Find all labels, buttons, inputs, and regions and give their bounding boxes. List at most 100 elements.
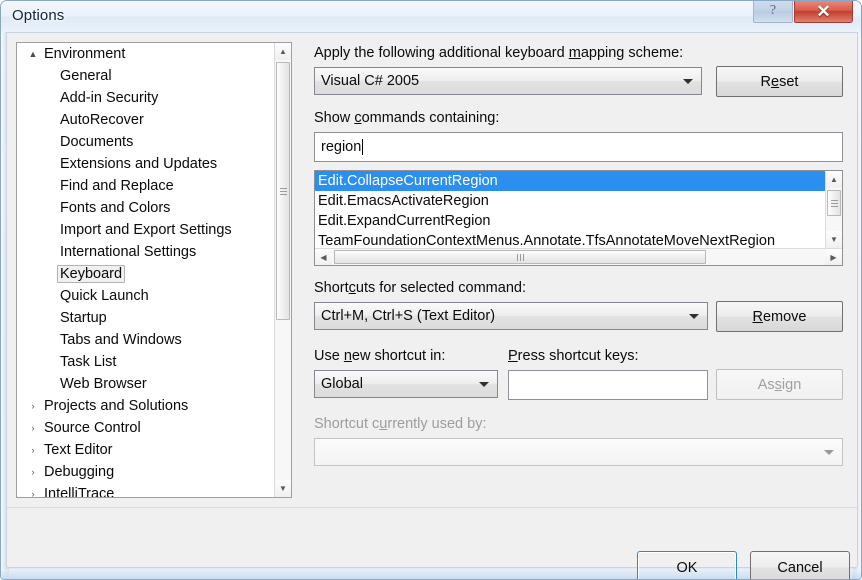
tree-item-quick-launch[interactable]: Quick Launch [17,285,291,307]
show-commands-input[interactable]: region [314,132,843,162]
chevron-down-icon[interactable] [682,304,706,328]
text-caret [362,139,364,155]
tree-item-find-and-replace[interactable]: Find and Replace [17,175,291,197]
grip-icon [279,186,287,197]
tree-item-label: Quick Launch [60,288,149,304]
tree-scroll-down-button[interactable]: ▼ [275,480,291,497]
use-new-shortcut-in-value: Global [321,376,363,392]
press-shortcut-keys-input[interactable] [508,370,708,400]
tree-item-tabs-and-windows[interactable]: Tabs and Windows [17,329,291,351]
command-list-item[interactable]: Edit.CollapseCurrentRegion [315,171,842,191]
tree-scroll-up-button[interactable]: ▲ [275,43,291,60]
tree-item-label: Extensions and Updates [60,156,218,172]
command-list-item[interactable]: Edit.ExpandCurrentRegion [315,211,842,231]
tree-item-label: Source Control [44,420,141,436]
help-button[interactable]: ? [753,1,793,23]
close-button[interactable]: ✕ [794,1,853,23]
tree-item-import-and-export-settings[interactable]: Import and Export Settings [17,219,291,241]
tree-item-environment[interactable]: ▲ Environment [17,43,291,65]
window-title: Options [12,7,65,24]
tree-item-keyboard[interactable]: Keyboard [17,263,291,285]
reset-button[interactable]: Reset [716,66,843,97]
options-dialog-window: Options ? ✕ ▲ Environment General Add-in Se… [0,0,862,580]
tree-item-general[interactable]: General [17,65,291,87]
remove-button[interactable]: Remove [716,301,843,332]
mapping-scheme-dropdown[interactable]: Visual C# 2005 [314,67,702,95]
ok-button[interactable]: OK [637,551,737,579]
expander-collapsed-icon[interactable]: › [25,445,41,455]
commands-list-vertical-scrollbar[interactable]: ▲ ▼ [825,171,842,248]
triangle-up-icon: ▲ [830,175,838,184]
tree-item-documents[interactable]: Documents [17,131,291,153]
shortcuts-for-command-label: Shortcuts for selected command: [314,280,526,296]
commands-scrollbar-thumb[interactable] [827,190,841,216]
triangle-right-icon: ▶ [830,252,837,262]
commands-scroll-right-button[interactable]: ▶ [825,249,842,265]
tree-item-label: Add-in Security [60,90,159,106]
shortcut-currently-used-by-dropdown[interactable] [314,438,843,466]
tree-item-projects-and-solutions[interactable]: › Projects and Solutions [17,395,291,417]
tree-item-source-control[interactable]: › Source Control [17,417,291,439]
chevron-down-icon[interactable] [676,69,700,93]
commands-list-horizontal-scrollbar[interactable]: ◀ ▶ [315,248,842,265]
tree-item-label: General [60,68,112,84]
chevron-down-icon[interactable] [817,440,841,464]
tree-item-autorecover[interactable]: AutoRecover [17,109,291,131]
options-category-tree[interactable]: ▲ Environment General Add-in Security AutoRe… [16,42,292,498]
tree-scrollbar-thumb[interactable] [276,62,290,320]
tree-item-label: Task List [60,354,117,370]
command-list-item-label: Edit.EmacsActivateRegion [318,193,489,209]
tree-item-label: International Settings [60,244,197,260]
tree-item-label: Keyboard [57,265,126,283]
command-list-item-label: TeamFoundationContextMenus.Annotate.TfsA… [318,233,776,249]
tree-item-extensions-and-updates[interactable]: Extensions and Updates [17,153,291,175]
tree-item-add-in-security[interactable]: Add-in Security [17,87,291,109]
tree-item-debugging[interactable]: › Debugging [17,461,291,483]
tree-item-text-editor[interactable]: › Text Editor [17,439,291,461]
commands-scroll-down-button[interactable]: ▼ [826,231,842,248]
tree-item-label: Fonts and Colors [60,200,171,216]
assign-button[interactable]: Assign [716,369,843,400]
cancel-button[interactable]: Cancel [750,551,850,579]
cancel-button-label: Cancel [777,559,823,576]
tree-vertical-scrollbar[interactable]: ▲ ▼ [274,43,291,497]
commands-scroll-up-button[interactable]: ▲ [826,171,842,188]
use-new-shortcut-in-label: Use new shortcut in: [314,348,446,364]
question-mark-icon: ? [769,3,777,18]
commands-list-rows: Edit.CollapseCurrentRegion Edit.EmacsActi… [315,171,842,251]
ok-button-label: OK [676,559,698,576]
commands-hscrollbar-thumb[interactable] [334,250,706,264]
tree-item-task-list[interactable]: Task List [17,351,291,373]
tree-item-intellitrace[interactable]: › IntelliTrace [17,483,291,498]
title-bar[interactable]: Options ? ✕ [1,1,861,32]
chevron-down-icon[interactable] [472,372,496,396]
press-shortcut-keys-label: Press shortcut keys: [508,348,639,364]
show-commands-label: Show commands containing: [314,110,500,126]
expander-collapsed-icon[interactable]: › [25,467,41,477]
tree-item-label: Environment [44,46,126,62]
tree-item-label: IntelliTrace [44,486,115,498]
tree-item-fonts-and-colors[interactable]: Fonts and Colors [17,197,291,219]
close-icon: ✕ [816,1,831,21]
tree-item-startup[interactable]: Startup [17,307,291,329]
footer-separator [7,507,857,508]
expander-collapsed-icon[interactable]: › [25,489,41,497]
expander-expanded-icon[interactable]: ▲ [25,49,41,59]
expander-collapsed-icon[interactable]: › [25,401,41,411]
tree-item-label: Web Browser [60,376,147,392]
commands-list[interactable]: Edit.CollapseCurrentRegion Edit.EmacsActi… [314,170,843,266]
expander-collapsed-icon[interactable]: › [25,423,41,433]
tree-item-web-browser[interactable]: Web Browser [17,373,291,395]
command-list-item-label: Edit.CollapseCurrentRegion [318,173,498,189]
shortcuts-value: Ctrl+M, Ctrl+S (Text Editor) [321,308,496,324]
mapping-scheme-value: Visual C# 2005 [321,73,420,89]
tree-item-list: ▲ Environment General Add-in Security AutoRe… [17,43,291,498]
tree-item-international-settings[interactable]: International Settings [17,241,291,263]
tree-item-label: AutoRecover [60,112,144,128]
mapping-scheme-label: Apply the following additional keyboard … [314,45,684,61]
dialog-client-area: ▲ Environment General Add-in Security AutoRe… [6,32,858,579]
shortcuts-dropdown[interactable]: Ctrl+M, Ctrl+S (Text Editor) [314,302,708,330]
command-list-item[interactable]: Edit.EmacsActivateRegion [315,191,842,211]
use-new-shortcut-in-dropdown[interactable]: Global [314,370,498,398]
commands-scroll-left-button[interactable]: ◀ [315,249,332,265]
